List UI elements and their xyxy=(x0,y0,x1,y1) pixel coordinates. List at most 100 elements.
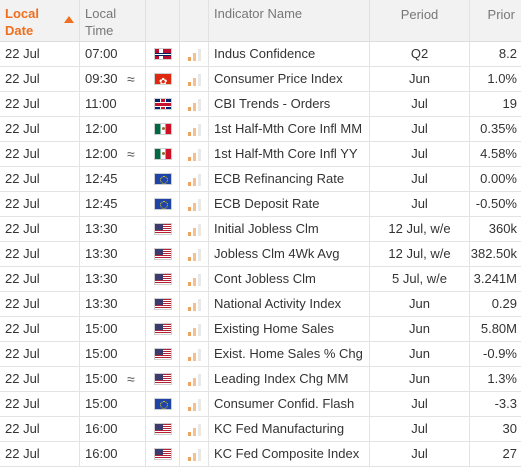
row-period: Jun xyxy=(370,67,470,91)
row-indicator-name[interactable]: Consumer Confid. Flash xyxy=(209,392,370,416)
table-row[interactable]: 22 Jul 15:00 ≈ Leading Index Chg MM Jun 1.3% xyxy=(0,367,521,392)
table-row[interactable]: 22 Jul 13:30 Initial Jobless Clm 12 Jul, w/… xyxy=(0,217,521,242)
row-indicator-name[interactable]: Initial Jobless Clm xyxy=(209,217,370,241)
row-importance xyxy=(180,342,209,366)
table-row[interactable]: 22 Jul 13:30 Cont Jobless Clm 5 Jul, w/e 3.2… xyxy=(0,267,521,292)
table-row[interactable]: 22 Jul 15:00 Consumer Confid. Flash Jul -3.3 xyxy=(0,392,521,417)
table-row[interactable]: 22 Jul 09:30 ≈ Consumer Price IndexJun 1.0% xyxy=(0,67,521,92)
row-time-cell: 16:00 xyxy=(80,442,146,466)
us-flag-icon xyxy=(154,323,172,335)
row-indicator-name[interactable]: Leading Index Chg MM xyxy=(209,367,370,391)
row-time: 13:30 xyxy=(85,246,118,261)
row-indicator-name[interactable]: Exist. Home Sales % Chg xyxy=(209,342,370,366)
row-time: 15:00 xyxy=(85,346,118,361)
row-indicator-name[interactable]: KC Fed Manufacturing xyxy=(209,417,370,441)
row-date: 22 Jul xyxy=(0,242,80,266)
approximate-time-icon: ≈ xyxy=(127,371,135,387)
date-header-line2: Date xyxy=(5,23,34,38)
row-indicator-name[interactable]: Existing Home Sales xyxy=(209,317,370,341)
indicator-column-header[interactable]: Indicator Name xyxy=(209,0,370,41)
row-time-cell: 12:45 xyxy=(80,167,146,191)
row-time: 15:00 xyxy=(85,321,118,336)
row-prior: 4.58% xyxy=(480,146,517,161)
table-row[interactable]: 22 Jul 07:00 Indus Confidence Q2 8.2 xyxy=(0,42,521,67)
row-importance xyxy=(180,92,209,116)
table-row[interactable]: 22 Jul 12:45 ECB Refinancing Rate Jul 0.00% xyxy=(0,167,521,192)
row-prior: 1.3% xyxy=(487,371,517,386)
row-time-cell: 12:45 xyxy=(80,192,146,216)
table-row[interactable]: 22 Jul 12:00 ≈1st Half-Mth Core Infl YY Jul… xyxy=(0,142,521,167)
date-header-line1: Local xyxy=(5,6,39,21)
importance-bars-icon xyxy=(188,323,202,336)
row-indicator-name[interactable]: 1st Half-Mth Core Infl YY xyxy=(209,142,370,166)
importance-bars-icon xyxy=(188,73,202,86)
row-time: 12:00 xyxy=(85,146,118,161)
us-flag-icon xyxy=(154,373,172,385)
row-indicator-name[interactable]: 1st Half-Mth Core Infl MM xyxy=(209,117,370,141)
row-prior: 0.00% xyxy=(480,171,517,186)
table-row[interactable]: 22 Jul 13:30 National Activity Index Jun 0.2… xyxy=(0,292,521,317)
table-row[interactable]: 22 Jul 13:30 Jobless Clm 4Wk Avg 12 Jul, w/… xyxy=(0,242,521,267)
period-column-header[interactable]: Period xyxy=(370,0,470,41)
row-country xyxy=(146,292,180,316)
row-period: Jun xyxy=(370,342,470,366)
row-time-cell: 12:00 xyxy=(80,117,146,141)
us-flag-icon xyxy=(154,348,172,360)
row-time-cell: 13:30 xyxy=(80,242,146,266)
row-period: Jul xyxy=(370,392,470,416)
approximate-time-icon: ≈ xyxy=(127,71,135,87)
local-time-column-header[interactable]: Local Time xyxy=(80,0,146,41)
row-prior: 382.50k xyxy=(470,246,517,261)
row-indicator-name[interactable]: National Activity Index xyxy=(209,292,370,316)
country-column-header xyxy=(146,0,180,41)
table-row[interactable]: 22 Jul 16:00 KC Fed Manufacturing Jul 30 xyxy=(0,417,521,442)
row-date: 22 Jul xyxy=(0,342,80,366)
row-indicator-name[interactable]: CBI Trends - Orders xyxy=(209,92,370,116)
table-row[interactable]: 22 Jul 16:00 KC Fed Composite Index Jul 27 xyxy=(0,442,521,467)
row-time: 13:30 xyxy=(85,271,118,286)
row-indicator-name[interactable]: Consumer Price Index xyxy=(209,67,370,91)
row-indicator-name[interactable]: Cont Jobless Clm xyxy=(209,267,370,291)
row-time-cell: 07:00 xyxy=(80,42,146,66)
row-time: 09:30 xyxy=(85,71,118,86)
row-country xyxy=(146,217,180,241)
row-indicator-name[interactable]: KC Fed Composite Index xyxy=(209,442,370,466)
row-importance xyxy=(180,142,209,166)
sort-ascending-icon[interactable] xyxy=(64,16,74,23)
us-flag-icon xyxy=(154,248,172,260)
row-indicator-name[interactable]: ECB Deposit Rate xyxy=(209,192,370,216)
row-country xyxy=(146,242,180,266)
row-time: 12:45 xyxy=(85,196,118,211)
table-row[interactable]: 22 Jul 12:00 1st Half-Mth Core Infl MM Jul 0… xyxy=(0,117,521,142)
row-prior: 8.2 xyxy=(498,46,517,61)
row-time: 12:00 xyxy=(85,121,118,136)
row-period: Jun xyxy=(370,292,470,316)
table-row[interactable]: 22 Jul 11:00 CBI Trends - Orders Jul 19 xyxy=(0,92,521,117)
row-importance xyxy=(180,392,209,416)
row-indicator-name[interactable]: Indus Confidence xyxy=(209,42,370,66)
row-date: 22 Jul xyxy=(0,92,80,116)
row-date: 22 Jul xyxy=(0,42,80,66)
table-row[interactable]: 22 Jul 12:45 ECB Deposit Rate Jul -0.50% xyxy=(0,192,521,217)
importance-bars-icon xyxy=(188,423,202,436)
row-indicator-name[interactable]: ECB Refinancing Rate xyxy=(209,167,370,191)
row-time: 13:30 xyxy=(85,221,118,236)
row-time-cell: 11:00 xyxy=(80,92,146,116)
row-country xyxy=(146,42,180,66)
prior-column-header[interactable]: Prior xyxy=(470,0,521,41)
importance-bars-icon xyxy=(188,223,202,236)
row-time: 13:30 xyxy=(85,296,118,311)
row-period: Jun xyxy=(370,317,470,341)
table-row[interactable]: 22 Jul 15:00 Existing Home Sales Jun 5.80M xyxy=(0,317,521,342)
row-time-cell: 09:30 ≈ xyxy=(80,67,146,91)
norway-flag-icon xyxy=(154,48,172,60)
mexico-flag-icon xyxy=(154,123,172,135)
local-date-column-header[interactable]: Local Date xyxy=(0,0,80,41)
row-period: 12 Jul, w/e xyxy=(370,217,470,241)
row-prior: 1.0% xyxy=(487,71,517,86)
importance-bars-icon xyxy=(188,48,202,61)
table-row[interactable]: 22 Jul 15:00 Exist. Home Sales % Chg Jun -0.… xyxy=(0,342,521,367)
row-indicator-name[interactable]: Jobless Clm 4Wk Avg xyxy=(209,242,370,266)
indicator-header-label: Indicator Name xyxy=(214,6,303,21)
row-time: 11:00 xyxy=(85,96,117,111)
